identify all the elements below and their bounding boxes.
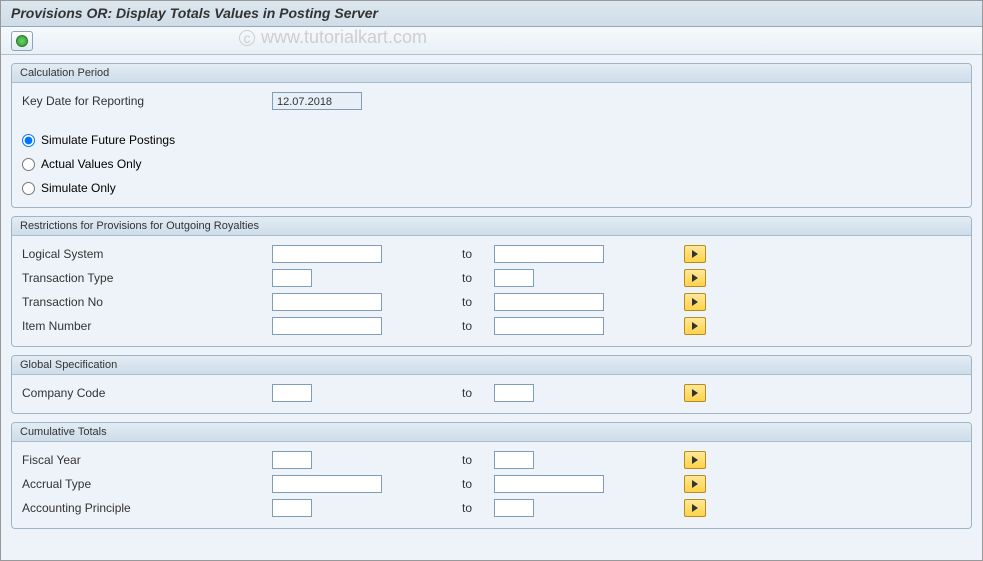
range-row-logical-system: Logical System to (22, 242, 961, 266)
group-header: Restrictions for Provisions for Outgoing… (12, 217, 971, 236)
field-label-company-code: Company Code (22, 386, 272, 400)
range-row-fiscal-year: Fiscal Year to (22, 448, 961, 472)
range-row-company-code: Company Code to (22, 381, 961, 405)
arrow-right-icon (692, 389, 698, 397)
range-row-transaction-no: Transaction No to (22, 290, 961, 314)
accounting-principle-to-input[interactable] (494, 499, 534, 517)
to-label: to (462, 319, 482, 333)
accounting-principle-multiple-selection-button[interactable] (684, 499, 706, 517)
transaction-type-multiple-selection-button[interactable] (684, 269, 706, 287)
field-label-fiscal-year: Fiscal Year (22, 453, 272, 467)
transaction-no-to-input[interactable] (494, 293, 604, 311)
content-area: Calculation Period Key Date for Reportin… (1, 55, 982, 560)
group-cumulative-totals: Cumulative Totals Fiscal YeartoAccrual T… (11, 422, 972, 529)
fiscal-year-to-input[interactable] (494, 451, 534, 469)
radio-simulate-future[interactable] (22, 134, 35, 147)
group-header: Calculation Period (12, 64, 971, 83)
key-date-value[interactable]: 12.07.2018 (272, 92, 362, 110)
arrow-right-icon (692, 480, 698, 488)
field-label-logical-system: Logical System (22, 247, 272, 261)
to-label: to (462, 453, 482, 467)
arrow-right-icon (692, 322, 698, 330)
arrow-right-icon (692, 456, 698, 464)
group-calculation-period: Calculation Period Key Date for Reportin… (11, 63, 972, 208)
group-header: Cumulative Totals (12, 423, 971, 442)
transaction-no-multiple-selection-button[interactable] (684, 293, 706, 311)
logical-system-to-input[interactable] (494, 245, 604, 263)
item-number-to-input[interactable] (494, 317, 604, 335)
field-label-transaction-type: Transaction Type (22, 271, 272, 285)
transaction-type-to-input[interactable] (494, 269, 534, 287)
field-label-transaction-no: Transaction No (22, 295, 272, 309)
radio-simulate-only[interactable] (22, 182, 35, 195)
logical-system-multiple-selection-button[interactable] (684, 245, 706, 263)
item-number-from-input[interactable] (272, 317, 382, 335)
field-label-accrual-type: Accrual Type (22, 477, 272, 491)
to-label: to (462, 271, 482, 285)
accrual-type-to-input[interactable] (494, 475, 604, 493)
arrow-right-icon (692, 274, 698, 282)
title-bar: Provisions OR: Display Totals Values in … (1, 1, 982, 27)
arrow-right-icon (692, 250, 698, 258)
arrow-right-icon (692, 298, 698, 306)
range-row-accrual-type: Accrual Type to (22, 472, 961, 496)
range-row-item-number: Item Number to (22, 314, 961, 338)
to-label: to (462, 386, 482, 400)
field-label-accounting-principle: Accounting Principle (22, 501, 272, 515)
fiscal-year-multiple-selection-button[interactable] (684, 451, 706, 469)
group-restrictions: Restrictions for Provisions for Outgoing… (11, 216, 972, 347)
execute-button[interactable] (11, 31, 33, 51)
arrow-right-icon (692, 504, 698, 512)
group-header: Global Specification (12, 356, 971, 375)
range-row-transaction-type: Transaction Type to (22, 266, 961, 290)
fiscal-year-from-input[interactable] (272, 451, 312, 469)
radio-label-actual-values: Actual Values Only (41, 157, 142, 171)
key-date-label: Key Date for Reporting (22, 94, 272, 108)
toolbar (1, 27, 982, 55)
accounting-principle-from-input[interactable] (272, 499, 312, 517)
to-label: to (462, 247, 482, 261)
page-title: Provisions OR: Display Totals Values in … (11, 5, 972, 21)
to-label: to (462, 501, 482, 515)
company-code-from-input[interactable] (272, 384, 312, 402)
accrual-type-multiple-selection-button[interactable] (684, 475, 706, 493)
transaction-no-from-input[interactable] (272, 293, 382, 311)
group-global-specification: Global Specification Company Code to (11, 355, 972, 414)
to-label: to (462, 295, 482, 309)
logical-system-from-input[interactable] (272, 245, 382, 263)
radio-label-simulate-only: Simulate Only (41, 181, 116, 195)
company-code-to-input[interactable] (494, 384, 534, 402)
to-label: to (462, 477, 482, 491)
execute-icon (16, 35, 28, 47)
radio-actual-values[interactable] (22, 158, 35, 171)
company-code-multiple-selection-button[interactable] (684, 384, 706, 402)
transaction-type-from-input[interactable] (272, 269, 312, 287)
item-number-multiple-selection-button[interactable] (684, 317, 706, 335)
accrual-type-from-input[interactable] (272, 475, 382, 493)
field-label-item-number: Item Number (22, 319, 272, 333)
range-row-accounting-principle: Accounting Principle to (22, 496, 961, 520)
radio-label-simulate-future: Simulate Future Postings (41, 133, 175, 147)
